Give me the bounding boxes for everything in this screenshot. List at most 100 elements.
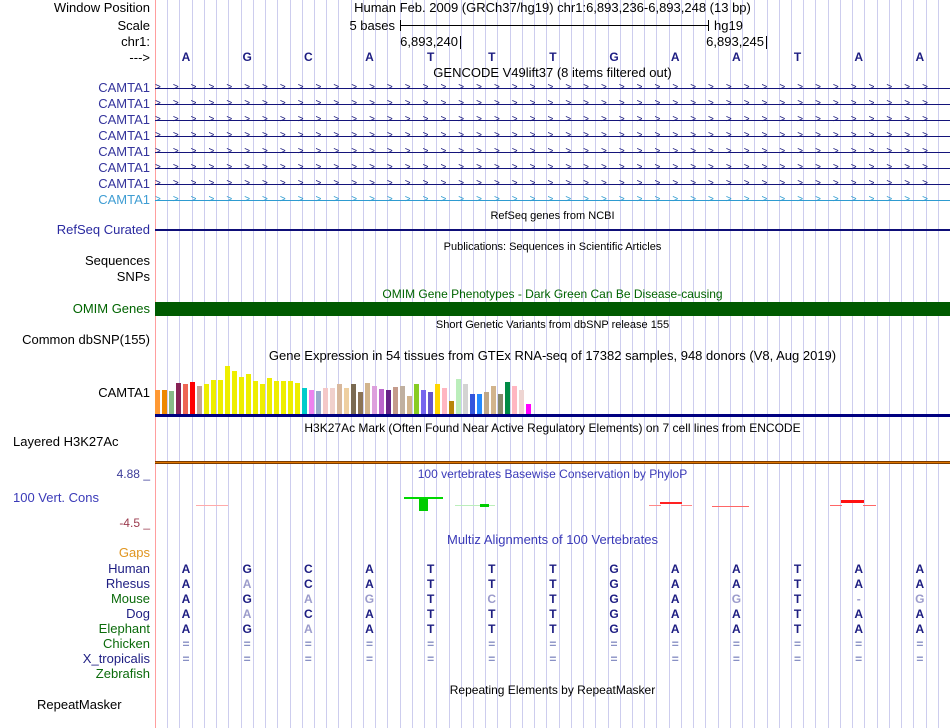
multiz-species-label[interactable]: Gaps	[0, 546, 150, 560]
snps-label[interactable]: SNPs	[0, 270, 150, 284]
multiz-base: G	[609, 622, 619, 636]
gtex-tissue-bar[interactable]	[295, 383, 300, 414]
reference-base: G	[242, 50, 252, 64]
h3k27ac-signal-line[interactable]	[155, 461, 950, 464]
multiz-species-label[interactable]: Chicken	[0, 637, 150, 651]
gtex-tissue-bar[interactable]	[162, 390, 167, 414]
refseq-curated-label[interactable]: RefSeq Curated	[0, 223, 150, 237]
gtex-tissue-bar[interactable]	[281, 381, 286, 414]
gtex-tissue-bar[interactable]	[351, 384, 356, 414]
gtex-tissue-bar[interactable]	[330, 388, 335, 414]
gtex-tissue-bar[interactable]	[386, 390, 391, 414]
gtex-tissue-bar[interactable]	[505, 382, 510, 414]
gtex-tissue-bar[interactable]	[225, 366, 230, 414]
omim-genes-label[interactable]: OMIM Genes	[0, 302, 150, 316]
gtex-tissue-bar[interactable]	[498, 394, 503, 414]
gtex-tissue-bar[interactable]	[470, 394, 475, 414]
gtex-tissue-bar[interactable]	[358, 392, 363, 414]
gtex-tissue-bar[interactable]	[407, 396, 412, 414]
gencode-gene-label[interactable]: CAMTA1	[0, 81, 150, 95]
gencode-gene-item[interactable]: >>>>>>>>>>>>>>>>>>>>>>>>>>>>>>>>>>>>>>>>…	[155, 144, 950, 160]
multiz-base: T	[549, 622, 557, 636]
gtex-tissue-bar[interactable]	[456, 379, 461, 414]
multiz-species-label[interactable]: Rhesus	[0, 577, 150, 591]
multiz-species-label[interactable]: Zebrafish	[0, 667, 150, 681]
gtex-tissue-bar[interactable]	[253, 381, 258, 414]
gencode-gene-item[interactable]: >>>>>>>>>>>>>>>>>>>>>>>>>>>>>>>>>>>>>>>>…	[155, 192, 950, 208]
multiz-species-label[interactable]: Mouse	[0, 592, 150, 606]
gtex-tissue-bar[interactable]	[288, 381, 293, 414]
gtex-tissue-bar[interactable]	[246, 374, 251, 414]
gtex-tissue-bar[interactable]	[232, 371, 237, 414]
gtex-tissue-bar[interactable]	[477, 394, 482, 414]
gencode-gene-label[interactable]: CAMTA1	[0, 161, 150, 175]
multiz-species-label[interactable]: Elephant	[0, 622, 150, 636]
gtex-tissue-bar[interactable]	[491, 386, 496, 414]
gtex-expression-barchart[interactable]	[155, 366, 950, 414]
reference-base: T	[488, 50, 496, 64]
gencode-gene-label[interactable]: CAMTA1	[0, 129, 150, 143]
gtex-tissue-bar[interactable]	[379, 389, 384, 414]
gtex-tissue-bar[interactable]	[239, 377, 244, 414]
gtex-tissue-bar[interactable]	[204, 384, 209, 414]
gencode-gene-item[interactable]: >>>>>>>>>>>>>>>>>>>>>>>>>>>>>>>>>>>>>>>>…	[155, 80, 950, 96]
gtex-tissue-bar[interactable]	[323, 388, 328, 414]
gtex-tissue-bar[interactable]	[211, 380, 216, 414]
gtex-tissue-bar[interactable]	[442, 388, 447, 414]
gtex-tissue-bar[interactable]	[526, 404, 531, 414]
multiz-species-label[interactable]: Dog	[0, 607, 150, 621]
gtex-tissue-bar[interactable]	[449, 401, 454, 414]
gencode-gene-item[interactable]: >>>>>>>>>>>>>>>>>>>>>>>>>>>>>>>>>>>>>>>>…	[155, 128, 950, 144]
multiz-species-label[interactable]: Human	[0, 562, 150, 576]
gene-strand-arrows: >>>>>>>>>>>>>>>>>>>>>>>>>>>>>>>>>>>>>>>>…	[155, 98, 940, 109]
gtex-tissue-bar[interactable]	[176, 383, 181, 414]
gtex-tissue-bar[interactable]	[393, 387, 398, 414]
gencode-gene-label[interactable]: CAMTA1	[0, 113, 150, 127]
gtex-tissue-bar[interactable]	[400, 386, 405, 414]
sequences-label[interactable]: Sequences	[0, 254, 150, 268]
gtex-tissue-bar[interactable]	[484, 392, 489, 414]
gtex-tissue-bar[interactable]	[274, 381, 279, 414]
gtex-tissue-bar[interactable]	[169, 391, 174, 414]
gencode-gene-item[interactable]: >>>>>>>>>>>>>>>>>>>>>>>>>>>>>>>>>>>>>>>>…	[155, 176, 950, 192]
gtex-tissue-bar[interactable]	[218, 380, 223, 414]
gtex-tissue-bar[interactable]	[463, 384, 468, 414]
layered-h3k27ac-label[interactable]: Layered H3K27Ac	[13, 435, 119, 449]
gtex-tissue-bar[interactable]	[337, 384, 342, 414]
vert-cons-label[interactable]: 100 Vert. Cons	[13, 491, 99, 505]
gtex-tissue-bar[interactable]	[197, 386, 202, 414]
gtex-tissue-bar[interactable]	[344, 388, 349, 414]
gtex-tissue-bar[interactable]	[302, 388, 307, 414]
refseq-gene-line[interactable]	[155, 229, 950, 231]
gtex-tissue-bar[interactable]	[421, 390, 426, 414]
gtex-tissue-bar[interactable]	[155, 390, 160, 414]
gtex-tissue-bar[interactable]	[260, 384, 265, 414]
gtex-tissue-bar[interactable]	[267, 378, 272, 414]
multiz-species-label[interactable]: X_tropicalis	[0, 652, 150, 666]
gtex-tissue-bar[interactable]	[190, 382, 195, 414]
gencode-gene-label[interactable]: CAMTA1	[0, 193, 150, 207]
gtex-tissue-bar[interactable]	[414, 384, 419, 414]
gtex-tissue-bar[interactable]	[183, 384, 188, 414]
repeatmasker-label[interactable]: RepeatMasker	[37, 698, 122, 712]
gencode-gene-label[interactable]: CAMTA1	[0, 145, 150, 159]
gtex-tissue-bar[interactable]	[309, 390, 314, 414]
gtex-tissue-bar[interactable]	[372, 386, 377, 414]
gencode-gene-label[interactable]: CAMTA1	[0, 97, 150, 111]
gtex-tissue-bar[interactable]	[316, 391, 321, 414]
multiz-base: T	[426, 607, 435, 621]
gencode-gene-item[interactable]: >>>>>>>>>>>>>>>>>>>>>>>>>>>>>>>>>>>>>>>>…	[155, 160, 950, 176]
common-dbsnp-label[interactable]: Common dbSNP(155)	[0, 333, 150, 347]
gtex-tissue-bar[interactable]	[428, 392, 433, 414]
gencode-gene-item[interactable]: >>>>>>>>>>>>>>>>>>>>>>>>>>>>>>>>>>>>>>>>…	[155, 96, 950, 112]
gtex-tissue-bar[interactable]	[519, 390, 524, 414]
gencode-gene-label[interactable]: CAMTA1	[0, 177, 150, 191]
gtex-tissue-bar[interactable]	[365, 383, 370, 414]
gtex-tissue-bar[interactable]	[435, 384, 440, 414]
gencode-gene-item[interactable]: >>>>>>>>>>>>>>>>>>>>>>>>>>>>>>>>>>>>>>>>…	[155, 112, 950, 128]
omim-gene-bar[interactable]	[155, 302, 950, 316]
phylop-track-title: 100 vertebrates Basewise Conservation by…	[417, 467, 688, 481]
gtex-tissue-bar[interactable]	[512, 386, 517, 414]
multiz-base: =	[794, 652, 802, 666]
gtex-gene-label[interactable]: CAMTA1	[0, 386, 150, 400]
